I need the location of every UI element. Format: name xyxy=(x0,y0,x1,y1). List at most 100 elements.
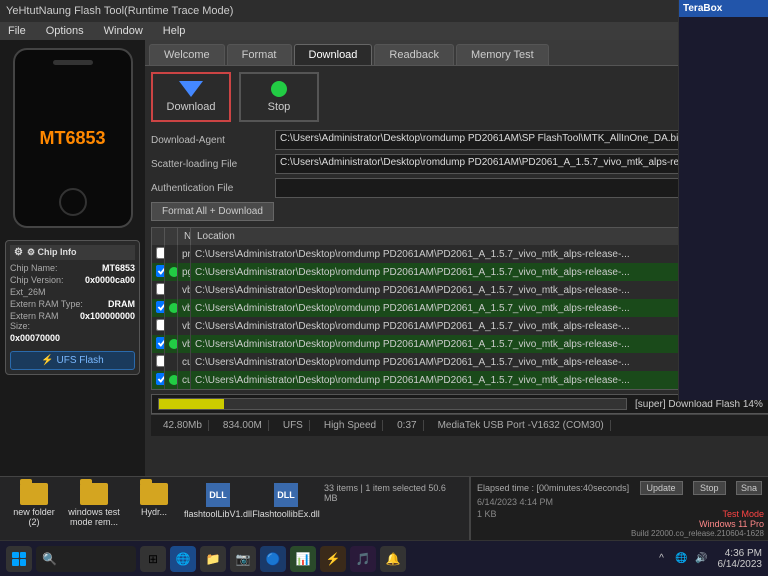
row-indicator xyxy=(165,371,178,389)
row-checkbox[interactable] xyxy=(152,299,165,317)
taskbar-app1[interactable]: 🔵 xyxy=(260,546,286,572)
stop-button[interactable]: Stop xyxy=(239,72,319,122)
phone-home-button xyxy=(59,188,87,216)
folder-windows-test[interactable]: windows test mode rem... xyxy=(68,483,120,527)
folder-hydr[interactable]: Hydr... xyxy=(128,483,180,517)
search-icon: 🔍 xyxy=(42,552,57,566)
folder-icon-new xyxy=(20,483,48,505)
explorer-status: Elapsed time : [00minutes:40seconds] Upd… xyxy=(470,476,768,540)
table-row: cust2C:\Users\Administrator\Desktop\romd… xyxy=(152,371,768,389)
format-all-download-button[interactable]: Format All + Download xyxy=(151,202,274,221)
taskbar-task-view[interactable]: ⊞ xyxy=(140,546,166,572)
progress-area: [super] Download Flash 14% xyxy=(151,394,768,414)
start-button[interactable] xyxy=(6,546,32,572)
scatter-file-label: Scatter-loading File xyxy=(151,159,271,170)
folder-label-windows-test: windows test mode rem... xyxy=(68,507,120,527)
dll-icon-flashtoollibex: DLL xyxy=(274,483,298,507)
window-title: YeHtutNaung Flash Tool(Runtime Trace Mod… xyxy=(6,5,233,17)
row-name: pgpt xyxy=(178,263,191,281)
table-row: preloaderC:\Users\Administrator\Desktop\… xyxy=(152,245,768,263)
update-button[interactable]: Update xyxy=(640,481,683,495)
tab-bar: Welcome Format Download Readback Memory … xyxy=(145,40,768,66)
file-table: Name Location preloaderC:\Users\Administ… xyxy=(152,228,768,389)
tab-download[interactable]: Download xyxy=(294,44,373,65)
dll-label-flashtoollibex: FlashtoollibEx.dll xyxy=(252,509,320,519)
download-agent-label: Download-Agent xyxy=(151,135,271,146)
terabox-header: TeraBox xyxy=(679,0,768,17)
taskbar-app3[interactable]: ⚡ xyxy=(320,546,346,572)
ext-ram-label: Ext_26M xyxy=(10,287,46,297)
taskbar-photos[interactable]: 📷 xyxy=(230,546,256,572)
scatter-file-input[interactable]: C:\Users\Administrator\Desktop\romdump P… xyxy=(275,154,720,174)
file-flashtoollibex[interactable]: DLL FlashtoollibEx.dll xyxy=(256,483,316,519)
tab-readback[interactable]: Readback xyxy=(374,44,454,65)
dll-icon-flashtoollib: DLL xyxy=(206,483,230,507)
tray-volume-icon[interactable]: 🔊 xyxy=(694,551,710,567)
stop-label: Stop xyxy=(268,101,291,113)
menu-window[interactable]: Window xyxy=(100,25,147,37)
action-buttons: Download Stop xyxy=(151,72,768,122)
row-indicator xyxy=(165,263,178,281)
tab-memory-test[interactable]: Memory Test xyxy=(456,44,549,65)
folder-new[interactable]: new folder (2) xyxy=(8,483,60,527)
row-checkbox[interactable] xyxy=(152,263,165,281)
row-checkbox[interactable] xyxy=(152,335,165,353)
row-indicator xyxy=(165,335,178,353)
row-checkbox[interactable] xyxy=(152,281,165,299)
file-flashtoollib[interactable]: DLL flashtoolLibV1.dll xyxy=(188,483,248,519)
taskbar-app5[interactable]: 🔔 xyxy=(380,546,406,572)
row-name: vbmeta_vendor xyxy=(178,317,191,335)
tray-network-icon[interactable]: 🌐 xyxy=(674,551,690,567)
extra-value: 0x00070000 xyxy=(10,333,60,343)
download-label: Download xyxy=(167,101,216,113)
tab-format[interactable]: Format xyxy=(227,44,292,65)
folder-label-hydr: Hydr... xyxy=(141,507,167,517)
date-display: 6/14/2023 xyxy=(718,559,763,570)
row-checkbox[interactable] xyxy=(152,245,165,263)
taskbar-search[interactable]: 🔍 xyxy=(36,546,136,572)
tab-welcome[interactable]: Welcome xyxy=(149,44,225,65)
col-name: Name xyxy=(178,228,191,245)
status-size-total: 834.00M xyxy=(217,420,269,431)
right-panel: Welcome Format Download Readback Memory … xyxy=(145,40,768,480)
clock[interactable]: 4:36 PM 6/14/2023 xyxy=(718,548,763,570)
taskbar-explorer[interactable]: 📁 xyxy=(200,546,226,572)
chip-version-value: 0x0000ca00 xyxy=(85,275,135,285)
table-row: vbmeta2C:\Users\Administrator\Desktop\ro… xyxy=(152,299,768,317)
download-button[interactable]: Download xyxy=(151,72,231,122)
status-fs-type: UFS xyxy=(277,420,310,431)
taskbar: 🔍 ⊞ 🌐 📁 📷 🔵 📊 ⚡ 🎵 🔔 ^ 🌐 🔊 4:36 PM 6/14/2… xyxy=(0,540,768,576)
status-speed: High Speed xyxy=(318,420,383,431)
row-indicator xyxy=(165,353,178,371)
folder-icon-hydr xyxy=(140,483,168,505)
table-row: custC:\Users\Administrator\Desktop\romdu… xyxy=(152,353,768,371)
time-display: 4:36 PM xyxy=(718,548,763,559)
row-name: cust2 xyxy=(178,371,191,389)
ext-ram-type-row: Extern RAM Type: DRAM xyxy=(10,299,135,309)
taskbar-app4[interactable]: 🎵 xyxy=(350,546,376,572)
table-row: vbmeta_vendorC:\Users\Administrator\Desk… xyxy=(152,317,768,335)
ext-ram-type-label: Extern RAM Type: xyxy=(10,299,83,309)
tray-chevron-icon[interactable]: ^ xyxy=(654,551,670,567)
explorer-counts: 33 items | 1 item selected 50.6 MB xyxy=(324,483,461,505)
taskbar-app2[interactable]: 📊 xyxy=(290,546,316,572)
elapsed-time: Elapsed time : [00minutes:40seconds] xyxy=(477,483,629,493)
explorer-elapsed: Elapsed time : [00minutes:40seconds] Upd… xyxy=(477,481,762,495)
menu-file[interactable]: File xyxy=(4,25,30,37)
explorer-sna-button[interactable]: Sna xyxy=(736,481,762,495)
menu-options[interactable]: Options xyxy=(42,25,88,37)
chip-version-row: Chip Version: 0x0000ca00 xyxy=(10,275,135,285)
row-checkbox[interactable] xyxy=(152,371,165,389)
row-checkbox[interactable] xyxy=(152,317,165,335)
menu-help[interactable]: Help xyxy=(159,25,190,37)
download-agent-row: Download-Agent C:\Users\Administrator\De… xyxy=(151,130,768,150)
row-checkbox[interactable] xyxy=(152,353,165,371)
auth-file-input[interactable] xyxy=(275,178,720,198)
download-agent-input[interactable]: C:\Users\Administrator\Desktop\romdump P… xyxy=(275,130,720,150)
taskbar-edge[interactable]: 🌐 xyxy=(170,546,196,572)
explorer-stop-button[interactable]: Stop xyxy=(693,481,726,495)
title-bar: YeHtutNaung Flash Tool(Runtime Trace Mod… xyxy=(0,0,768,22)
ufs-flash-button[interactable]: ⚡ UFS Flash xyxy=(10,351,135,370)
terabox-panel: TeraBox xyxy=(678,0,768,400)
phone-image: MT6853 xyxy=(13,48,133,228)
